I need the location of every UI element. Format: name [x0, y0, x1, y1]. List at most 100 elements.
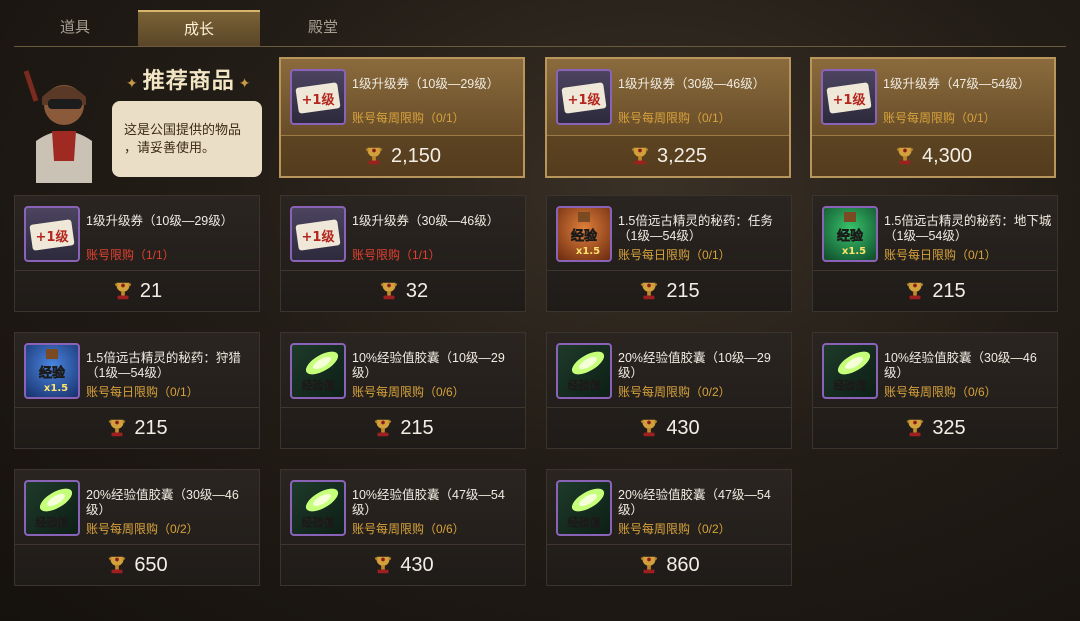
buy-button[interactable]: 215 [547, 270, 791, 311]
buy-button[interactable]: 3,225 [547, 135, 789, 176]
purchase-limit: 账号每周限购（0/1） [618, 111, 731, 125]
item-price: 215 [932, 279, 966, 302]
shop-item-card[interactable]: 经验值 10%经验值胶囊（10级—29级） 账号每周限购（0/6） 215 [280, 332, 526, 449]
item-name: 1.5倍远古精灵的秘药：狩猎（1级—54级） [86, 351, 241, 380]
item-price: 215 [134, 416, 168, 439]
shop-item-card[interactable]: 经验值 20%经验值胶囊（10级—29级） 账号每周限购（0/2） 430 [546, 332, 792, 449]
exp-capsule-icon: 经验值 [290, 480, 346, 536]
trophy-currency-icon [365, 147, 383, 165]
svg-text:经验值: 经验值 [834, 378, 867, 392]
item-price: 3,225 [656, 144, 708, 167]
ticket-label: +1级 [568, 92, 602, 108]
trophy-currency-icon [896, 147, 914, 165]
item-price: 32 [405, 279, 429, 302]
level-ticket-icon: +1级 [24, 206, 80, 262]
tab-hall[interactable]: 殿堂 [262, 10, 384, 46]
exp-capsule-icon: 经验值 [556, 343, 612, 399]
item-name: 1级升级券（30级—46级） [618, 77, 766, 91]
npc-avatar [23, 70, 92, 183]
trophy-currency-icon [631, 147, 649, 165]
exp-capsule-icon: 经验值 [290, 343, 346, 399]
item-price: 430 [400, 553, 434, 576]
trophy-currency-icon [114, 282, 132, 300]
item-name: 20%经验值胶囊（10级—29级） [618, 351, 771, 380]
shop-item-card[interactable]: 经验 x1.5 1.5倍远古精灵的秘药：地下城（1级—54级） 账号每日限购（0/1）… [812, 195, 1058, 312]
ticket-label: +1级 [36, 229, 70, 245]
buy-button[interactable]: 215 [281, 407, 525, 448]
buy-button[interactable]: 650 [15, 544, 259, 585]
buy-button[interactable]: 2,150 [281, 135, 523, 176]
purchase-limit: 账号每周限购（0/6） [352, 385, 465, 399]
svg-text:经验值: 经验值 [568, 378, 601, 392]
purchase-limit: 账号每日限购（0/1） [884, 248, 997, 262]
shop-item-card[interactable]: +1级 1级升级券（10级—29级） 账号每周限购（0/1） 2,150 [279, 57, 525, 178]
shop-item-card[interactable]: 经验值 20%经验值胶囊（47级—54级） 账号每周限购（0/2） 860 [546, 469, 792, 586]
purchase-limit: 账号每周限购（0/6） [352, 522, 465, 536]
buy-button[interactable]: 860 [547, 544, 791, 585]
exp-capsule-icon: 经验值 [822, 343, 878, 399]
svg-text:经验值: 经验值 [568, 515, 601, 529]
tab-items[interactable]: 道具 [14, 10, 136, 46]
buy-button[interactable]: 21 [15, 270, 259, 311]
item-name: 20%经验值胶囊（30级—46级） [86, 488, 239, 517]
shop-item-card[interactable]: +1级 1级升级券（47级—54级） 账号每周限购（0/1） 4,300 [810, 57, 1056, 178]
svg-text:x1.5: x1.5 [44, 383, 68, 394]
purchase-limit: 账号限购（1/1） [86, 248, 175, 262]
trophy-currency-icon [375, 556, 392, 574]
trophy-currency-icon [641, 556, 658, 574]
ticket-label: +1级 [833, 92, 867, 108]
purchase-limit: 账号每周限购（0/2） [86, 522, 199, 536]
purchase-limit: 账号每周限购（0/1） [352, 111, 465, 125]
trophy-currency-icon [109, 419, 126, 437]
level-ticket-icon: +1级 [290, 206, 346, 262]
svg-text:经验值: 经验值 [36, 515, 69, 529]
buy-button[interactable]: 215 [15, 407, 259, 448]
exp-potion-green-icon: 经验 x1.5 [822, 206, 878, 262]
category-tabs: 道具 成长 殿堂 [14, 10, 1066, 47]
item-name: 1级升级券（10级—29级） [86, 214, 234, 228]
item-name: 10%经验值胶囊（30级—46级） [884, 351, 1037, 380]
trophy-currency-icon [907, 419, 924, 437]
item-name: 1.5倍远古精灵的秘药：地下城（1级—54级） [884, 214, 1052, 243]
shop-item-card[interactable]: +1级 1级升级券（30级—46级） 账号限购（1/1） 32 [280, 195, 526, 312]
svg-text:经验: 经验 [571, 228, 598, 244]
item-price: 650 [134, 553, 168, 576]
svg-text:经验值: 经验值 [302, 378, 335, 392]
item-price: 21 [139, 279, 163, 302]
item-name: 1级升级券（47级—54级） [883, 77, 1031, 91]
item-name: 10%经验值胶囊（47级—54级） [352, 488, 505, 517]
buy-button[interactable]: 215 [813, 270, 1057, 311]
purchase-limit: 账号每日限购（0/1） [86, 385, 199, 399]
tab-growth[interactable]: 成长 [138, 10, 260, 46]
shop-item-card[interactable]: 经验 x1.5 1.5倍远古精灵的秘药：任务（1级—54级） 账号每日限购（0/1） 2… [546, 195, 792, 312]
buy-button[interactable]: 4,300 [812, 135, 1054, 176]
item-name: 10%经验值胶囊（10级—29级） [352, 351, 505, 380]
purchase-limit: 账号每周限购（0/2） [618, 385, 731, 399]
level-ticket-icon: +1级 [556, 69, 612, 125]
recommended-title: 推荐商品 [122, 63, 255, 95]
promo-text-line2: ，请妥善使用。 [124, 140, 216, 155]
ticket-label: +1级 [302, 229, 336, 245]
ticket-label: +1级 [302, 92, 336, 108]
item-price: 215 [666, 279, 700, 302]
shop-item-card[interactable]: 经验值 10%经验值胶囊（30级—46级） 账号每周限购（0/6） 325 [812, 332, 1058, 449]
buy-button[interactable]: 430 [281, 544, 525, 585]
purchase-limit: 账号每日限购（0/1） [618, 248, 731, 262]
item-price: 430 [666, 416, 700, 439]
buy-button[interactable]: 430 [547, 407, 791, 448]
shop-item-card[interactable]: 经验值 10%经验值胶囊（47级—54级） 账号每周限购（0/6） 430 [280, 469, 526, 586]
item-name: 1级升级券（10级—29级） [352, 77, 500, 91]
svg-text:经验: 经验 [39, 365, 66, 381]
purchase-limit: 账号限购（1/1） [352, 248, 441, 262]
buy-button[interactable]: 325 [813, 407, 1057, 448]
shop-item-card[interactable]: +1级 1级升级券（10级—29级） 账号限购（1/1） 21 [14, 195, 260, 312]
buy-button[interactable]: 32 [281, 270, 525, 311]
purchase-limit: 账号每周限购（0/1） [883, 111, 996, 125]
exp-capsule-icon: 经验值 [556, 480, 612, 536]
exp-potion-red-icon: 经验 x1.5 [556, 206, 612, 262]
trophy-currency-icon [641, 419, 658, 437]
shop-item-card[interactable]: 经验 x1.5 1.5倍远古精灵的秘药：狩猎（1级—54级） 账号每日限购（0/1） 2… [14, 332, 260, 449]
item-price: 860 [666, 553, 700, 576]
shop-item-card[interactable]: +1级 1级升级券（30级—46级） 账号每周限购（0/1） 3,225 [545, 57, 791, 178]
shop-item-card[interactable]: 经验值 20%经验值胶囊（30级—46级） 账号每周限购（0/2） 650 [14, 469, 260, 586]
